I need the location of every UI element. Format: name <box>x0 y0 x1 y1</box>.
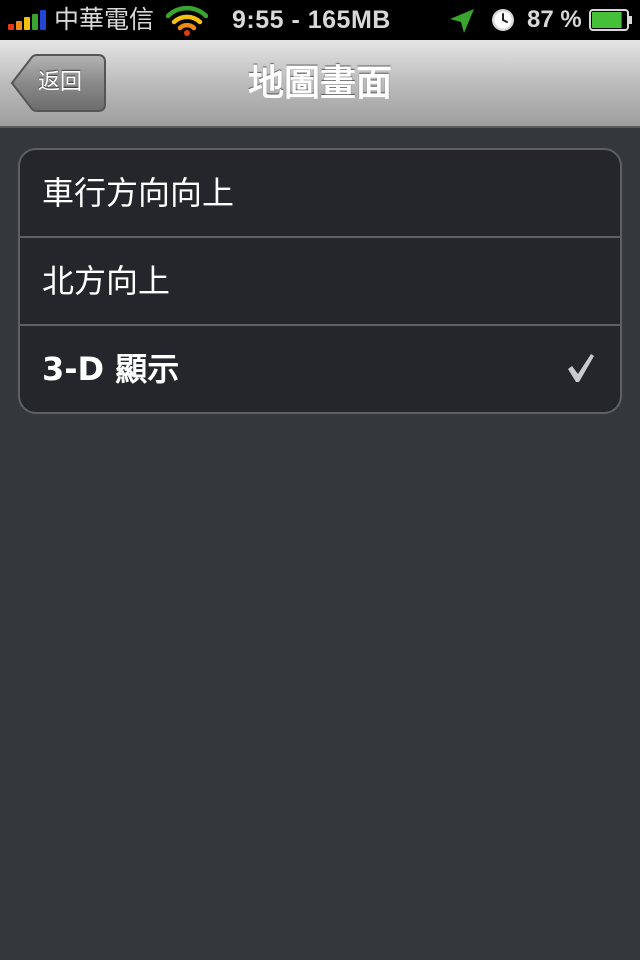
battery-fill <box>592 12 622 28</box>
option-label: 北方向上 <box>42 262 171 300</box>
status-time-memory: 9:55 - 165MB <box>232 6 391 34</box>
clock-icon <box>492 9 514 31</box>
carrier-name: 中華電信 <box>54 5 155 34</box>
option-heading-up[interactable]: 車行方向向上 <box>20 150 620 238</box>
navigation-bar: 返回 地圖畫面 <box>0 40 640 128</box>
map-view-options-list: 車行方向向上 北方向上 3-D 顯示 <box>18 148 622 414</box>
location-arrow-icon <box>450 9 474 33</box>
back-button[interactable]: 返回 <box>10 54 106 112</box>
back-button-label: 返回 <box>38 70 83 95</box>
option-north-up[interactable]: 北方向上 <box>20 238 620 326</box>
option-label: 車行方向向上 <box>42 174 235 212</box>
page-title: 地圖畫面 <box>247 63 392 104</box>
status-bar: 中華電信 9:55 - 165MB 87 % <box>0 0 640 40</box>
checkmark-icon <box>568 354 594 382</box>
wifi-icon <box>166 5 208 36</box>
battery-icon <box>589 9 632 31</box>
option-label: 3-D 顯示 <box>42 350 180 388</box>
option-3d-view[interactable]: 3-D 顯示 <box>20 326 620 412</box>
signal-bars-icon <box>8 10 48 30</box>
battery-percent: 87 % <box>527 6 582 33</box>
